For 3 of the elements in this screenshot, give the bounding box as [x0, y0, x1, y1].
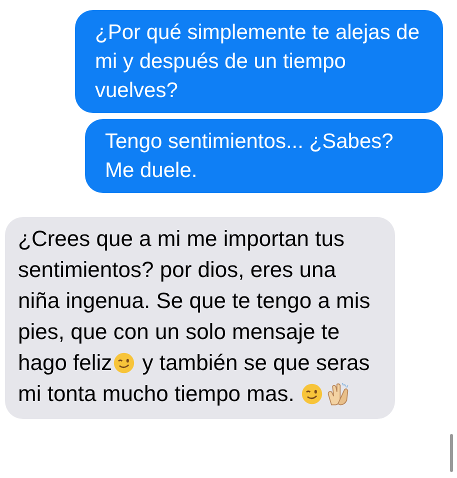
sent-message-bubble: ¿Por qué simplemente te alejas de mi y después de un tiempo vuelves? — [75, 10, 443, 113]
received-message-bubble: ¿Crees que a mi me importan tus sentimientos? por dios, eres una niña ingenua. Se que te tengo a mis pies, que con un solo mensaje te hago feliz y también se que seras mi tonta mucho tiempo mas. — [5, 217, 395, 419]
sent-message-bubble: Tengo sentimientos... ¿Sabes? Me duele. — [85, 119, 443, 193]
